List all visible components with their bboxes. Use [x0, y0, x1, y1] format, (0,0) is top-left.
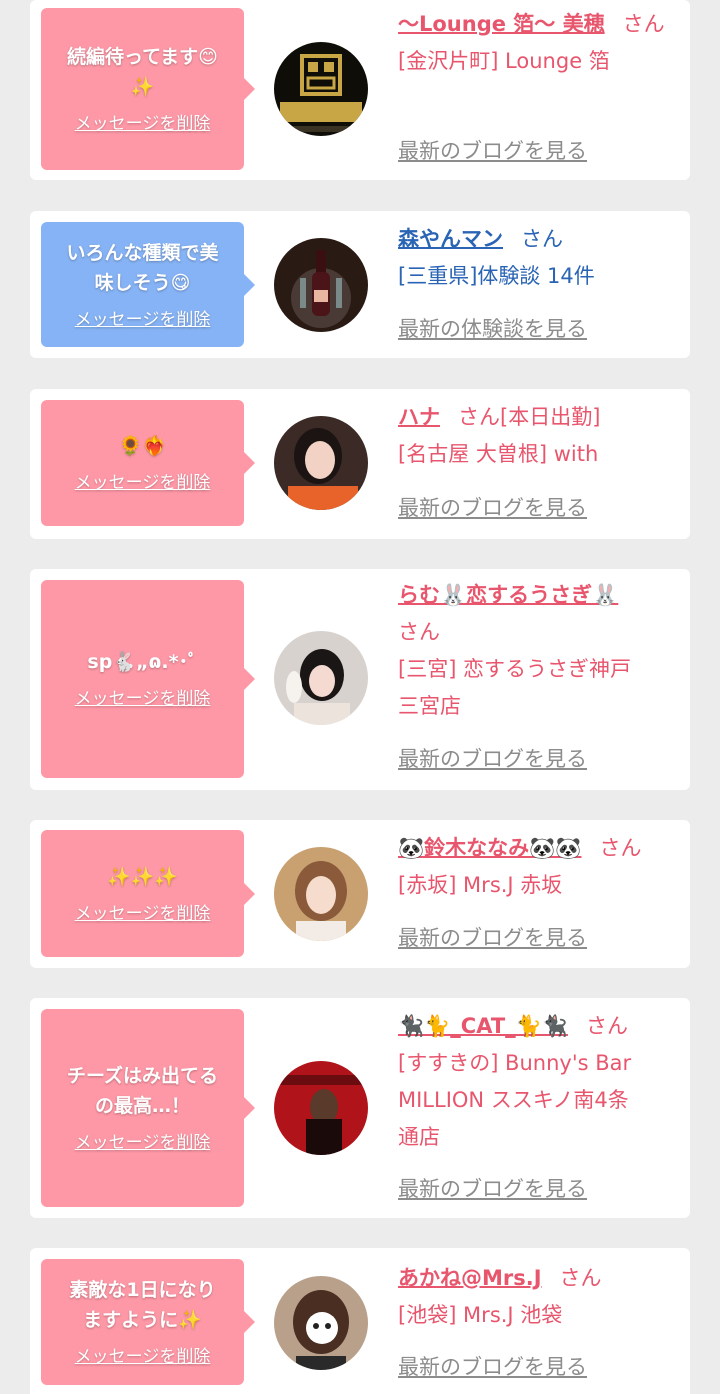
champagne-avatar: [274, 238, 368, 332]
user-info: 🐼鈴木ななみ🐼🐼 さん [赤坂] Mrs.J 赤坂: [398, 830, 683, 904]
avatar[interactable]: [274, 416, 368, 510]
location-text-line2: MILLION ススキノ南4条: [398, 1088, 629, 1112]
woman-photo-avatar: [274, 631, 368, 725]
message-text: ✨✨✨: [107, 865, 178, 888]
view-latest-blog-link[interactable]: 最新のブログを見る: [398, 923, 587, 953]
message-card: いろんな種類で美 味しそう😋 メッセージを削除 森やんマン さん [三重県]体験談…: [30, 211, 690, 358]
avatar[interactable]: [274, 631, 368, 725]
location-text: [赤坂] Mrs.J 赤坂: [398, 873, 563, 897]
message-text: いろんな種類で美 味しそう😋: [66, 241, 219, 294]
message-text: 🌻❤️‍🔥: [118, 435, 167, 457]
message-bubble: 素敵な1日になり ますように✨ メッセージを削除: [41, 1259, 255, 1385]
honorific: さん: [622, 12, 665, 36]
message-text: チーズはみ出てる の最高…！: [66, 1065, 219, 1117]
user-name-link[interactable]: 〜Lounge 箔〜 美穂: [398, 12, 605, 36]
view-latest-blog-link[interactable]: 最新のブログを見る: [398, 493, 587, 523]
location-text: [すすきの] Bunny's Bar: [398, 1051, 632, 1075]
delete-message-link[interactable]: メッセージを削除: [75, 902, 211, 926]
delete-message-link[interactable]: メッセージを削除: [75, 1131, 211, 1155]
avatar[interactable]: [274, 1061, 368, 1155]
woman-photo-avatar: [274, 1061, 368, 1155]
message-card: sp🐇„ɷ.*･ﾟ メッセージを削除 らむ🐰恋するうさぎ🐰 さん [三宮] 恋す…: [30, 569, 690, 790]
user-name-link[interactable]: 森やんマン: [398, 227, 503, 251]
user-name-link[interactable]: あかね@Mrs.J: [398, 1266, 542, 1290]
user-name-link[interactable]: 🐈‍⬛🐈_CAT_🐈🐈‍⬛: [398, 1014, 568, 1038]
message-card: 🌻❤️‍🔥 メッセージを削除 ハナ さん[本日出勤] [名古屋 大曽根] with…: [30, 389, 690, 539]
user-info: あかね@Mrs.J さん [池袋] Mrs.J 池袋: [398, 1260, 683, 1334]
view-latest-blog-link[interactable]: 最新のブログを見る: [398, 744, 587, 774]
woman-photo-avatar: [274, 416, 368, 510]
user-name-link[interactable]: ハナ: [398, 405, 440, 429]
message-text: 続編待ってます😊 ✨: [67, 46, 218, 98]
message-bubble: 🌻❤️‍🔥 メッセージを削除: [41, 400, 255, 526]
user-name-link[interactable]: 🐼鈴木ななみ🐼🐼: [398, 836, 581, 860]
honorific: さん: [599, 836, 642, 860]
view-latest-experience-link[interactable]: 最新の体験談を見る: [398, 314, 587, 344]
message-bubble: ✨✨✨ メッセージを削除: [41, 830, 255, 957]
location-text: [名古屋 大曽根] with: [398, 442, 599, 466]
message-bubble: いろんな種類で美 味しそう😋 メッセージを削除: [41, 222, 255, 347]
message-bubble: sp🐇„ɷ.*･ﾟ メッセージを削除: [41, 580, 255, 778]
user-info: らむ🐰恋するうさぎ🐰 さん [三宮] 恋するうさぎ神戸 三宮店: [398, 577, 683, 725]
honorific: さん: [521, 227, 563, 251]
delete-message-link[interactable]: メッセージを削除: [75, 471, 211, 495]
avatar[interactable]: [274, 847, 368, 941]
message-card: 素敵な1日になり ますように✨ メッセージを削除 あかね@Mrs.J さん [池袋…: [30, 1248, 690, 1394]
woman-photo-avatar: [274, 1276, 368, 1370]
location-text: [三宮] 恋するうさぎ神戸: [398, 657, 632, 681]
message-bubble: チーズはみ出てる の最高…！ メッセージを削除: [41, 1009, 255, 1207]
avatar[interactable]: [274, 238, 368, 332]
honorific: さん: [585, 1014, 628, 1038]
view-latest-blog-link[interactable]: 最新のブログを見る: [398, 1174, 587, 1204]
message-text: sp🐇„ɷ.*･ﾟ: [87, 651, 198, 673]
avatar[interactable]: [274, 42, 368, 136]
honorific: さん[本日出勤]: [458, 405, 601, 429]
view-latest-blog-link[interactable]: 最新のブログを見る: [398, 136, 587, 166]
delete-message-link[interactable]: メッセージを削除: [75, 112, 211, 136]
honorific: さん: [559, 1266, 602, 1290]
delete-message-link[interactable]: メッセージを削除: [75, 308, 211, 332]
message-card: 続編待ってます😊 ✨ メッセージを削除 〜Lounge 箔〜 美穂 さん [金沢片…: [30, 0, 690, 180]
message-card: チーズはみ出てる の最高…！ メッセージを削除 🐈‍⬛🐈_CAT_🐈🐈‍⬛ さん …: [30, 998, 690, 1218]
delete-message-link[interactable]: メッセージを削除: [75, 1345, 211, 1369]
delete-message-link[interactable]: メッセージを削除: [75, 687, 211, 711]
message-card: ✨✨✨ メッセージを削除 🐼鈴木ななみ🐼🐼 さん [赤坂] Mrs.J 赤坂 最新…: [30, 820, 690, 968]
location-text-line3: 通店: [398, 1125, 440, 1149]
avatar[interactable]: [274, 1276, 368, 1370]
lounge-logo-avatar: [274, 42, 368, 136]
honorific: さん: [398, 620, 440, 644]
user-name-link[interactable]: らむ🐰恋するうさぎ🐰: [398, 583, 618, 607]
view-latest-blog-link[interactable]: 最新のブログを見る: [398, 1352, 587, 1382]
location-text-line2: 三宮店: [398, 694, 461, 718]
experience-count-text: [三重県]体験談 14件: [398, 264, 595, 288]
user-info: 🐈‍⬛🐈_CAT_🐈🐈‍⬛ さん [すすきの] Bunny's Bar MILLI…: [398, 1008, 683, 1156]
message-bubble: 続編待ってます😊 ✨ メッセージを削除: [41, 8, 255, 170]
user-info: 〜Lounge 箔〜 美穂 さん [金沢片町] Lounge 箔: [398, 6, 683, 80]
location-text: [金沢片町] Lounge 箔: [398, 49, 610, 73]
location-text: [池袋] Mrs.J 池袋: [398, 1303, 563, 1327]
user-info: ハナ さん[本日出勤] [名古屋 大曽根] with: [398, 399, 683, 473]
user-info: 森やんマン さん [三重県]体験談 14件: [398, 221, 683, 295]
woman-photo-avatar: [274, 847, 368, 941]
message-text: 素敵な1日になり ますように✨: [69, 1279, 216, 1331]
